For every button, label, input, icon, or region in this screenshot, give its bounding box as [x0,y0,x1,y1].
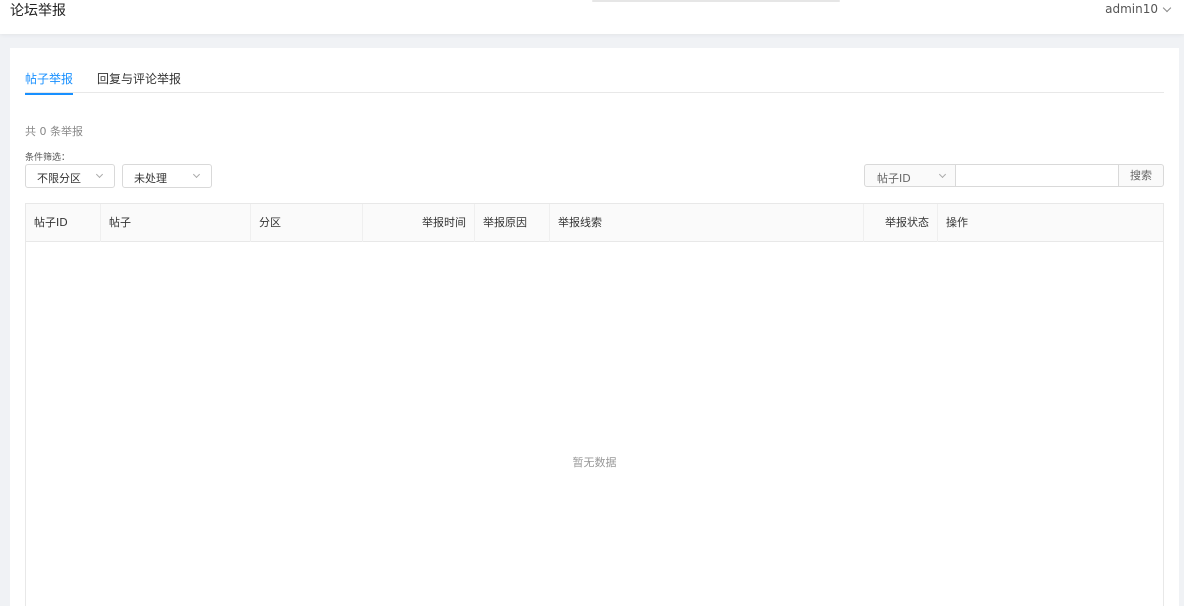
chevron-down-icon [95,170,104,179]
user-name: admin10 [1105,2,1158,16]
tab-bar: 帖子举报 回复与评论举报 [25,70,1164,95]
column-header: 分区 [251,204,363,242]
status-select-value: 未处理 [134,172,167,185]
search-field-value: 帖子ID [877,172,911,185]
top-bar: 论坛举报 admin10 [0,0,1184,34]
table-header: 帖子ID 帖子 分区 举报时间 举报原因 举报线索 举报状态 操作 [26,204,1163,242]
column-header: 帖子 [101,204,251,242]
column-header: 举报线索 [550,204,864,242]
report-count: 共 0 条举报 [25,125,83,138]
search-field-select[interactable]: 帖子ID [864,164,956,187]
top-divider [592,0,840,2]
chevron-down-icon [1162,3,1172,12]
section-select[interactable]: 不限分区 [25,164,115,188]
report-table: 帖子ID 帖子 分区 举报时间 举报原因 举报线索 举报状态 操作 暂无数据 [25,203,1164,606]
filter-label: 条件筛选： [25,153,71,163]
tab-reply-comment-report[interactable]: 回复与评论举报 [97,70,181,93]
section-select-value: 不限分区 [37,172,81,185]
column-header: 举报原因 [475,204,550,242]
user-menu[interactable]: admin10 [1105,2,1172,16]
main-panel: 帖子举报 回复与评论举报 共 0 条举报 条件筛选： 不限分区 未处理 帖子ID… [10,48,1179,606]
column-header: 操作 [946,216,968,229]
column-header: 帖子ID [26,204,101,242]
column-header[interactable]: 举报时间 [363,204,475,242]
search-input[interactable] [955,164,1119,187]
search-group: 帖子ID 搜索 [864,164,1164,187]
chevron-down-icon [192,170,201,179]
tab-post-report[interactable]: 帖子举报 [25,70,74,95]
search-button[interactable]: 搜索 [1118,164,1164,187]
column-header: 举报状态 [864,204,938,242]
page-title: 论坛举报 [10,3,66,19]
chevron-down-icon [938,170,947,179]
empty-state: 暂无数据 [572,456,617,469]
status-select[interactable]: 未处理 [122,164,212,188]
